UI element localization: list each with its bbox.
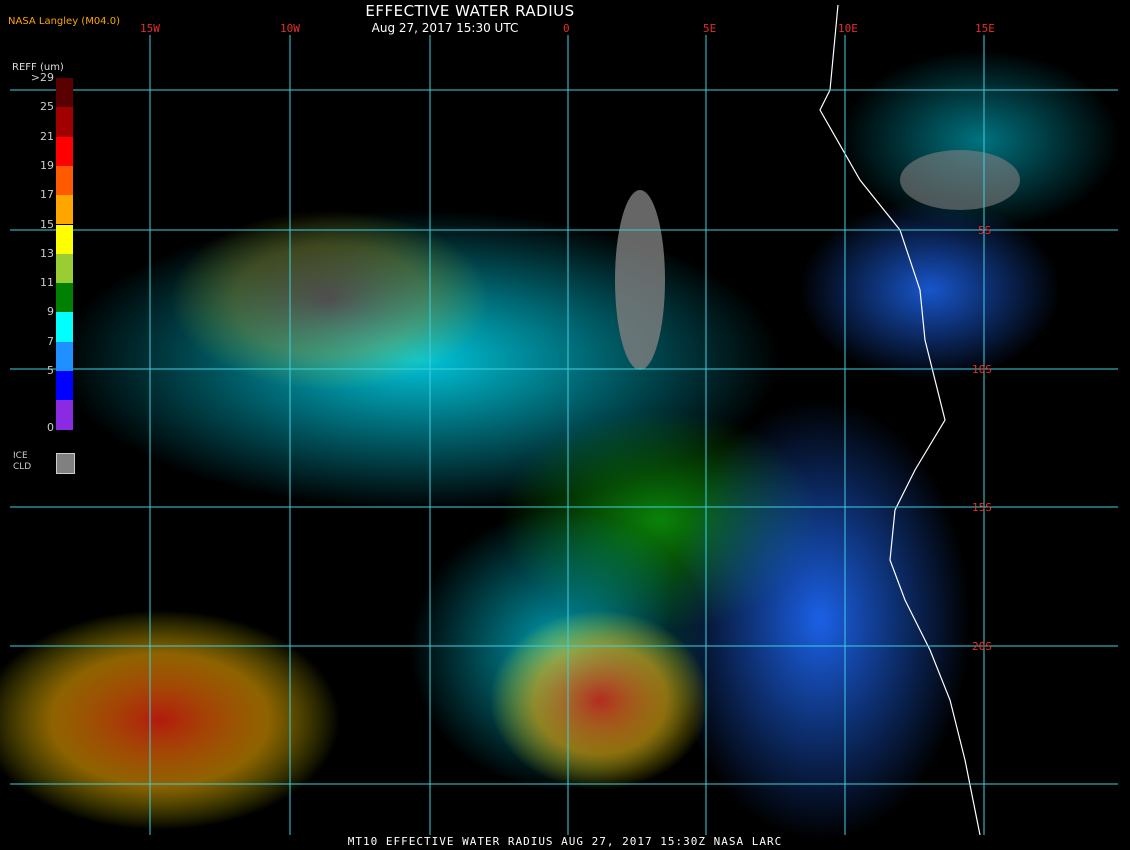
lon-label-15e: 15E: [975, 22, 995, 35]
lat-label-20s: 20S: [972, 640, 992, 653]
legend-swatch: [56, 283, 73, 313]
ice-label: ICE: [13, 451, 28, 461]
legend-swatch: [56, 165, 73, 196]
lat-label-10s: 10S: [972, 363, 992, 376]
legend-tick-label: 25: [40, 100, 54, 114]
legend-tick-label: 19: [40, 158, 54, 172]
lon-label-10w: 10W: [280, 22, 300, 35]
color-legend: REFF (um) >29 25 21 19 17 15 13 11 9 7 5 0 ICE CLD: [8, 60, 78, 480]
legend-tick-label: 9: [47, 305, 54, 319]
legend-swatch: [56, 78, 73, 108]
reff-map: [0, 4, 1120, 840]
legend-swatch: [56, 400, 73, 430]
legend-tick-label: 15: [40, 217, 54, 231]
legend-tick-label: 13: [40, 246, 54, 260]
legend-swatch: [56, 253, 73, 284]
legend-swatch: [56, 136, 73, 166]
legend-tick-label: 7: [47, 334, 54, 348]
lon-label-15w: 15W: [140, 22, 160, 35]
legend-swatch: [56, 341, 73, 371]
legend-tick-label: 11: [40, 276, 54, 290]
legend-swatch: [56, 371, 73, 401]
legend-swatch: [56, 312, 73, 342]
lon-label-5e: 5E: [703, 22, 717, 35]
lon-label-10e: 10E: [838, 22, 858, 35]
legend-swatch: [56, 107, 73, 137]
lat-label-15s: 15S: [972, 501, 992, 514]
cld-label: CLD: [13, 462, 32, 472]
legend-tick-label: 5: [47, 364, 54, 377]
legend-tick-label: >29: [30, 71, 54, 84]
legend-tick-label: 21: [40, 129, 54, 143]
legend-tick-label: 0: [47, 420, 54, 434]
ice-cloud-swatch: [56, 453, 75, 474]
lon-label-0: 0: [563, 22, 570, 35]
legend-swatch: [56, 195, 73, 225]
map-title: EFFECTIVE WATER RADIUS: [365, 2, 575, 20]
legend-swatch: [56, 224, 73, 254]
lat-label-5s: 5S: [978, 224, 992, 237]
map-subtitle: Aug 27, 2017 15:30 UTC: [371, 21, 519, 35]
footer-caption: MT10 EFFECTIVE WATER RADIUS AUG 27, 2017…: [347, 835, 783, 848]
legend-tick-label: 17: [40, 188, 54, 202]
